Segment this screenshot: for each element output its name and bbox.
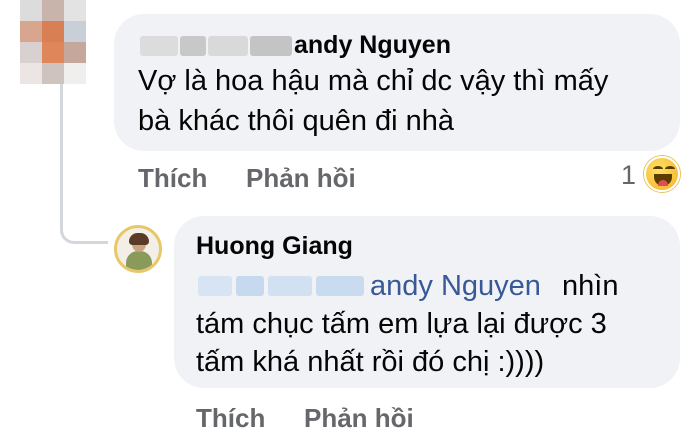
blurred-mention-segment [236,276,264,296]
reply-like-button[interactable]: Thích [196,403,265,434]
reply-text-line-3: tấm khá nhất rồi đó chị :)))) [196,346,545,378]
like-button[interactable]: Thích [138,163,207,194]
reaction-count[interactable]: 1 [621,160,636,191]
blurred-mention-segment [268,276,312,296]
commenter-avatar-blurred[interactable] [20,0,86,84]
reply-mention-link[interactable]: andy Nguyen [370,265,541,307]
comment-text-line-2: bà khác thôi quên đi nhà [138,105,455,137]
blurred-name-segment [140,36,178,56]
reply-author-name[interactable]: Huong Giang [196,232,353,261]
reply-button[interactable]: Phản hồi [246,163,356,194]
haha-icon[interactable] [644,156,680,192]
reply-author-avatar[interactable] [114,225,162,273]
reply-text-line-1-suffix: nhìn [562,270,619,302]
reply-reply-button[interactable]: Phản hồi [304,403,414,434]
reply-text-line-2: tám chục tấm em lựa lại được 3 [196,308,607,340]
blurred-name-segment [180,36,206,56]
thread-connector-line [60,84,108,244]
blurred-name-segment [208,36,248,56]
blurred-mention-segment [316,276,364,296]
comment-author-name[interactable]: andy Nguyen [294,31,451,60]
blurred-mention-segment [198,276,232,296]
comment-text-line-1: Vợ là hoa hậu mà chỉ dc vậy thì mấy [138,65,609,97]
blurred-name-segment [250,36,292,56]
